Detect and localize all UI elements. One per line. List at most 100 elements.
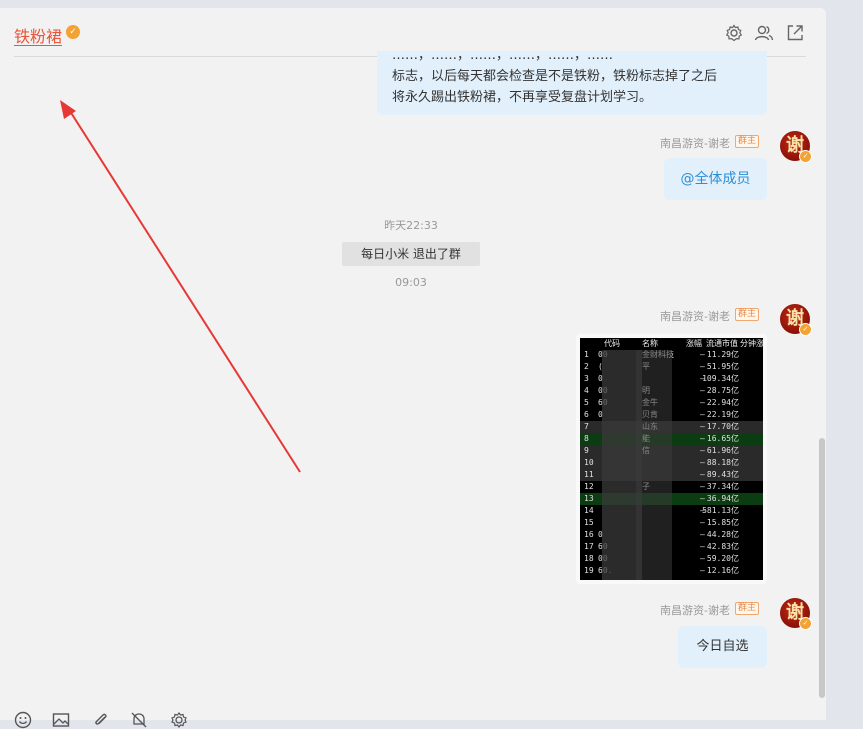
col-header: 分钟涨	[740, 339, 763, 348]
stock-change: —	[700, 518, 705, 527]
row-number: 3	[584, 374, 589, 383]
verified-badge-icon: ✓	[66, 25, 80, 39]
stock-change: —	[700, 446, 705, 455]
system-notice: 每日小米 退出了群	[342, 242, 480, 266]
scrollbar[interactable]	[819, 438, 825, 698]
stock-change: —	[700, 386, 705, 395]
row-number: 15	[584, 518, 594, 527]
message-text-clipped: ……，……，……，……，……，……	[392, 51, 614, 63]
stock-change: —	[700, 350, 705, 359]
message-bubble[interactable]: 今日自选	[678, 626, 767, 668]
col-header: 代码	[604, 339, 620, 348]
settings-icon[interactable]	[725, 24, 743, 42]
row-number: 14	[584, 506, 594, 515]
row-number: 16	[584, 530, 594, 539]
stock-change: —	[700, 410, 705, 419]
row-number: 8	[584, 434, 589, 443]
members-icon[interactable]	[754, 24, 774, 42]
stock-market-value: 581.13亿	[702, 506, 739, 515]
group-name-link[interactable]: 铁粉裙	[14, 23, 62, 47]
message-bubble[interactable]: @全体成员	[664, 158, 767, 200]
stock-change: —	[700, 398, 705, 407]
message-text-line: 标志，以后每天都会检查是不是铁粉，铁粉标志掉了之后	[392, 69, 718, 84]
stock-market-value: 44.28亿	[706, 530, 739, 539]
row-number: 2	[584, 362, 589, 371]
stock-market-value: 11.29亿	[706, 350, 739, 359]
stock-market-value: 36.94亿	[706, 494, 739, 503]
stock-change: —	[700, 470, 705, 479]
stock-market-value: 89.43亿	[706, 470, 739, 479]
stock-change: —	[700, 554, 705, 563]
col-header: 名称	[642, 339, 658, 348]
row-number: 4	[584, 386, 589, 395]
image-icon[interactable]	[52, 711, 70, 729]
col-header: 流通市值	[706, 339, 738, 348]
sender-name[interactable]: 南昌游资-谢老	[640, 308, 730, 324]
avatar[interactable]: 谢 ✓	[780, 304, 812, 336]
stock-change: —	[700, 566, 705, 575]
stock-market-value: 22.94亿	[706, 398, 739, 407]
stock-change: —	[700, 482, 705, 491]
stock-market-value: 12.16亿	[706, 566, 739, 575]
col-header: 涨幅	[686, 339, 702, 348]
row-number: 19	[584, 566, 594, 575]
message-text-line: 将永久踢出铁粉裙，不再享受复盘计划学习。	[392, 90, 653, 105]
row-number: 1	[584, 350, 589, 359]
stock-market-value: 109.34亿	[702, 374, 739, 383]
role-badge: 群主	[735, 135, 760, 148]
stock-change: —	[700, 542, 705, 551]
mention-all[interactable]: @全体成员	[681, 171, 751, 187]
stock-change: —	[700, 530, 705, 539]
stock-market-value: 59.20亿	[706, 554, 739, 563]
verified-badge-icon: ✓	[799, 150, 812, 163]
verified-badge-icon: ✓	[799, 323, 812, 336]
stock-change: —	[700, 458, 705, 467]
verified-badge-icon: ✓	[799, 617, 812, 630]
message-text: 今日自选	[696, 639, 749, 654]
timestamp: 09:03	[395, 276, 427, 289]
stock-market-value: 88.18亿	[706, 458, 739, 467]
row-number: 12	[584, 482, 594, 491]
row-number: 17	[584, 542, 594, 551]
mute-icon[interactable]	[130, 711, 148, 729]
image-message[interactable]: 代码 名称 涨幅 流通市值 分钟涨 100金财科技—11.29亿2(平—51.9…	[576, 334, 767, 584]
chat-window: 铁粉裙 ✓ ……，……，……，……，……，…… 标志，以后每天都会检查是不是铁粉…	[0, 8, 826, 729]
attachment-icon[interactable]	[92, 711, 110, 729]
popout-icon[interactable]	[786, 24, 804, 42]
avatar[interactable]: 谢 ✓	[780, 598, 812, 630]
stock-change: —	[700, 422, 705, 431]
stock-market-value: 37.34亿	[706, 482, 739, 491]
pixelated-area	[636, 350, 672, 580]
stock-market-value: 61.96亿	[706, 446, 739, 455]
stock-market-value: 42.83亿	[706, 542, 739, 551]
stock-market-value: 16.65亿	[706, 434, 739, 443]
avatar[interactable]: 谢 ✓	[780, 131, 812, 163]
stock-table-header: 代码 名称 涨幅 流通市值 分钟涨	[580, 338, 763, 349]
stock-change: —	[700, 362, 705, 371]
row-number: 7	[584, 422, 589, 431]
stock-market-value: 17.70亿	[706, 422, 739, 431]
row-number: 13	[584, 494, 594, 503]
settings-icon[interactable]	[170, 711, 188, 729]
stock-change: —	[700, 434, 705, 443]
emoji-icon[interactable]	[14, 711, 32, 729]
stock-change: —	[700, 494, 705, 503]
stock-market-value: 15.85亿	[706, 518, 739, 527]
row-number: 10	[584, 458, 594, 467]
stock-table-image: 代码 名称 涨幅 流通市值 分钟涨 100金财科技—11.29亿2(平—51.9…	[580, 338, 763, 580]
stock-market-value: 28.75亿	[706, 386, 739, 395]
sender-name[interactable]: 南昌游资-谢老	[640, 602, 730, 618]
timestamp: 昨天22:33	[384, 219, 438, 232]
role-badge: 群主	[735, 308, 760, 321]
row-number: 18	[584, 554, 594, 563]
row-number: 9	[584, 446, 589, 455]
row-number: 6	[584, 410, 589, 419]
sender-name[interactable]: 南昌游资-谢老	[640, 135, 730, 151]
stock-market-value: 51.95亿	[706, 362, 739, 371]
role-badge: 群主	[735, 602, 760, 615]
row-number: 11	[584, 470, 594, 479]
input-toolbar	[0, 698, 826, 729]
stock-market-value: 22.19亿	[706, 410, 739, 419]
row-number: 5	[584, 398, 589, 407]
message-bubble-pinned[interactable]: ……，……，……，……，……，…… 标志，以后每天都会检查是不是铁粉，铁粉标志掉…	[377, 51, 767, 115]
